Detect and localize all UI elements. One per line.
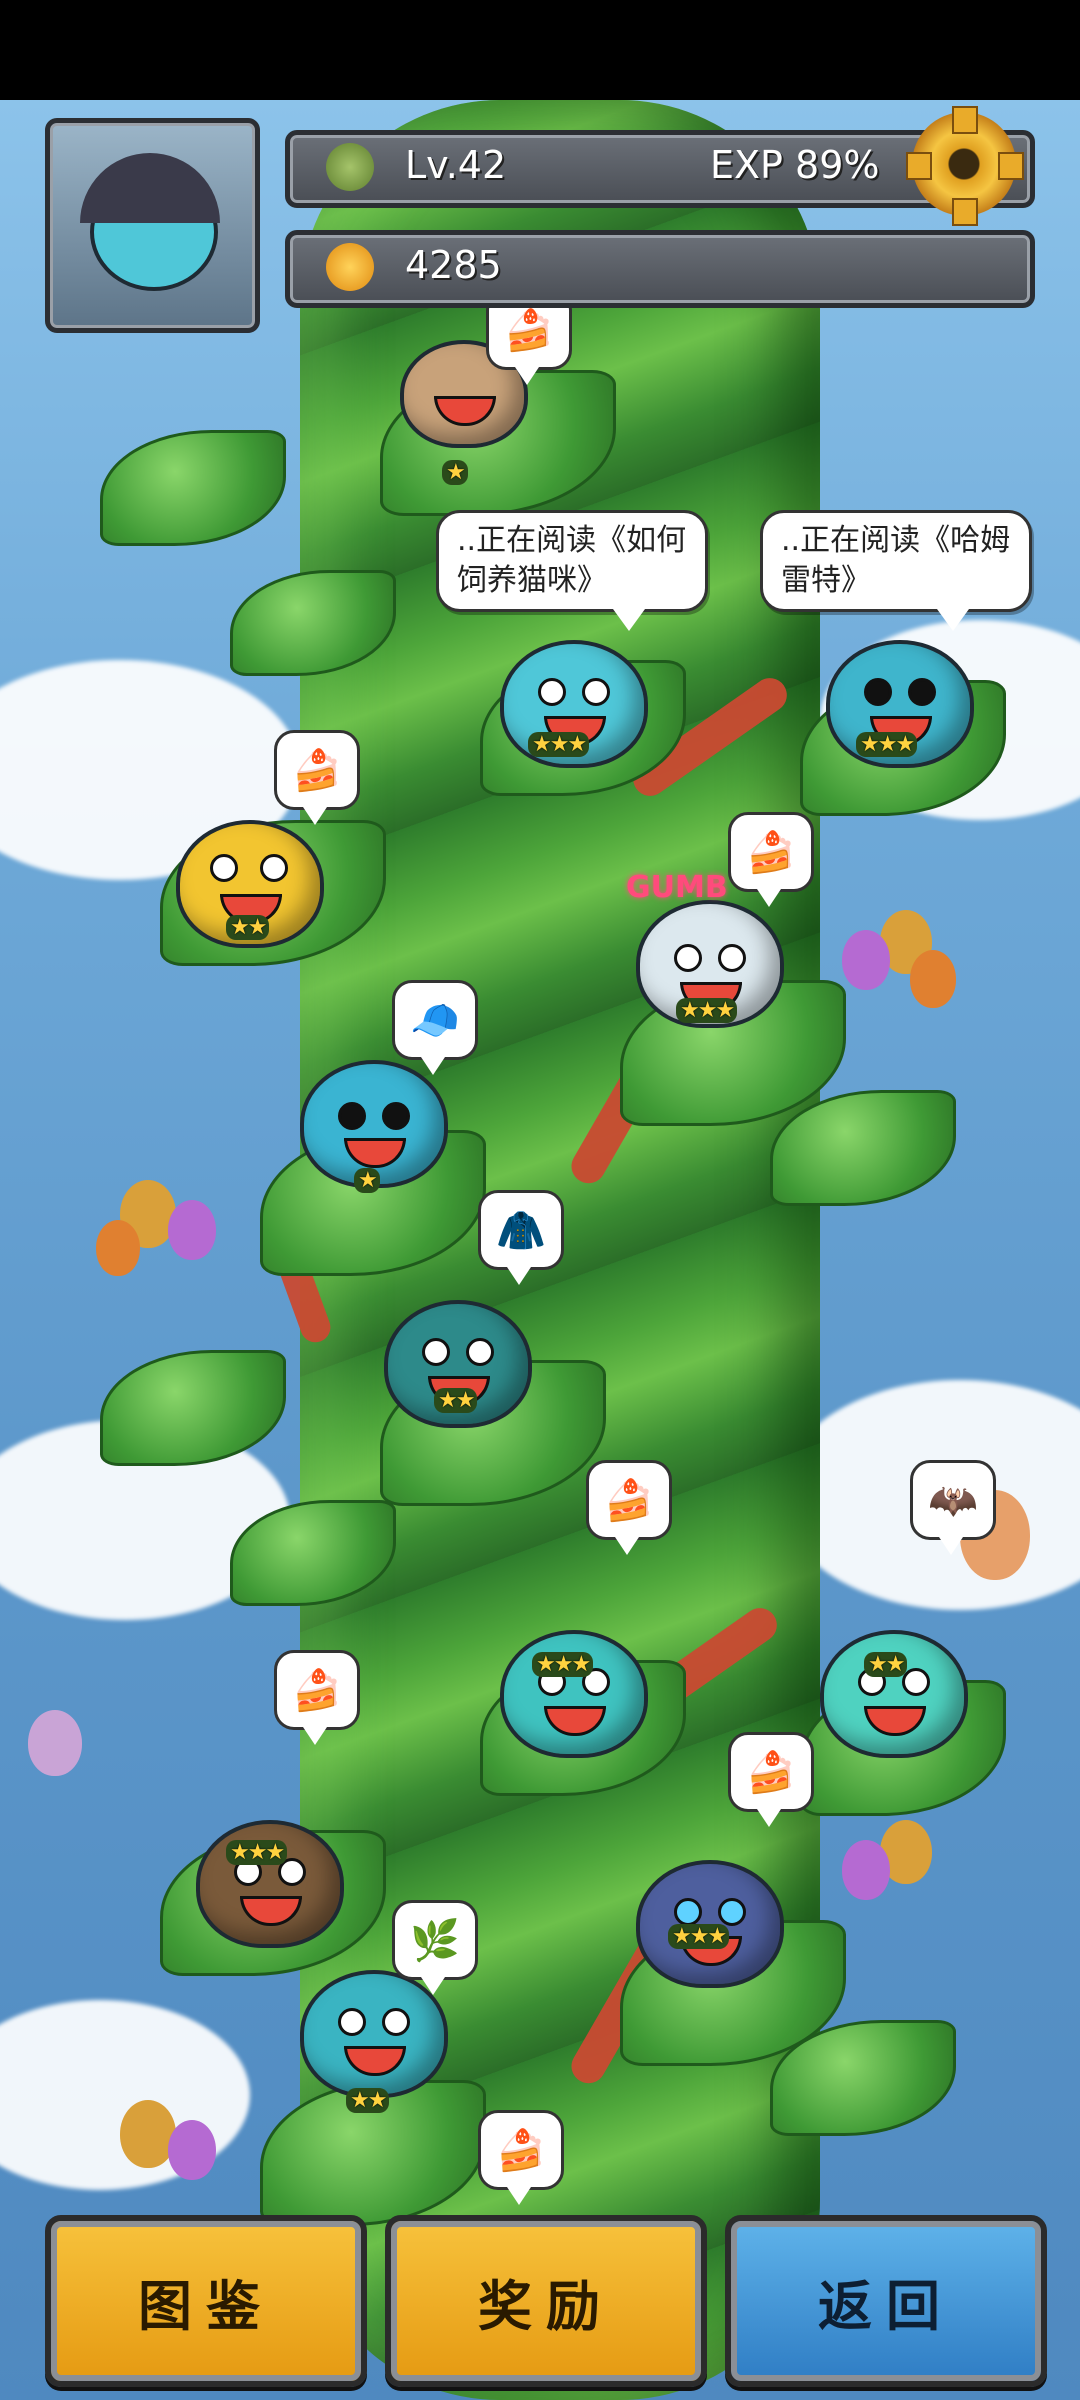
character-eye (338, 2008, 366, 2036)
gumball-sign: GUMB (626, 870, 728, 905)
atlas-button[interactable]: 图鉴 (45, 2215, 367, 2387)
star-rating: ★ (354, 1168, 380, 1193)
character-eye (538, 678, 566, 706)
character-eye (422, 1338, 450, 1366)
character-mouth (344, 1138, 406, 1168)
cake-icon[interactable]: 🍰 (274, 730, 360, 825)
character-eye (582, 678, 610, 706)
cake-icon[interactable]: 🍰 (478, 2110, 564, 2205)
star-rating: ★★ (434, 1388, 478, 1413)
gear-tooth (998, 152, 1024, 180)
cake-icon[interactable]: 🍰 (728, 812, 814, 907)
leaf (100, 430, 286, 546)
star-rating: ★★★ (676, 998, 738, 1023)
gear-tooth (952, 198, 978, 226)
character-eye (210, 854, 238, 882)
reading-bubble-right: ..正在阅读《哈姆雷特》 (760, 510, 1032, 631)
character-monster[interactable] (500, 1630, 648, 1758)
star-rating: ★★★ (668, 1924, 730, 1949)
character-mouth (344, 2046, 406, 2076)
gear-tooth (906, 152, 932, 180)
character-eye (718, 1898, 746, 1926)
tree-icon (326, 143, 374, 191)
balloon (842, 930, 890, 990)
cake-icon[interactable]: 🍰 (586, 1460, 672, 1555)
character-mouth (240, 1896, 302, 1926)
character-eye (674, 1898, 702, 1926)
cloak-icon[interactable]: 🧥 (478, 1190, 564, 1285)
cake-icon[interactable]: 🍰 (274, 1650, 360, 1745)
bat-icon[interactable]: 🦇 (910, 1460, 996, 1555)
back-button[interactable]: 返回 (725, 2215, 1047, 2387)
balloon (120, 2100, 176, 2168)
balloon (842, 1840, 890, 1900)
star-rating: ★★ (864, 1652, 908, 1677)
settings-gear-icon[interactable] (906, 106, 1024, 226)
balloon (910, 950, 956, 1008)
status-bar (0, 0, 1080, 100)
balloon (96, 1220, 140, 1276)
character-eye (908, 678, 936, 706)
character-eye (864, 678, 892, 706)
character-eye (260, 854, 288, 882)
currency-bar: 4285 (285, 230, 1035, 308)
reward-button[interactable]: 奖励 (385, 2215, 707, 2387)
star-rating: ★★★ (226, 1840, 288, 1865)
exp-percent: EXP 89% (710, 143, 880, 187)
star-rating: ★★★ (532, 1652, 594, 1677)
character-eye (674, 944, 702, 972)
reading-bubble-left: ..正在阅读《如何饲养猫咪》 (436, 510, 708, 631)
fruit-icon (326, 243, 374, 291)
character-mouth (544, 1706, 606, 1736)
player-level: Lv.42 (405, 143, 507, 187)
character-eye (902, 1668, 930, 1696)
character-eye (338, 1102, 366, 1130)
star-rating: ★★★ (856, 732, 918, 757)
avatar-hood (80, 153, 220, 223)
star-rating: ★★ (226, 915, 270, 940)
character-monster[interactable] (820, 1630, 968, 1758)
claw-icon[interactable]: 🌿 (392, 1900, 478, 1995)
character-mouth (864, 1706, 926, 1736)
gear-tooth (952, 106, 978, 134)
currency-amount: 4285 (405, 243, 502, 287)
cake-icon[interactable]: 🍰 (728, 1732, 814, 1827)
balloon (28, 1710, 82, 1776)
character-eye (466, 1338, 494, 1366)
player-avatar[interactable] (45, 118, 260, 333)
beanstalk-scene: ★ ★★★ ★★★ ★★ GUMB ★★★ ★ ★★ ★★★ ★★ ★★★ ★★… (0, 100, 1080, 2400)
leaf (100, 1350, 286, 1466)
character-mouth (434, 396, 496, 426)
character-eye (382, 2008, 410, 2036)
balloon (168, 1200, 216, 1260)
star-rating: ★★★ (528, 732, 590, 757)
character-eye (382, 1102, 410, 1130)
helmet-icon[interactable]: 🧢 (392, 980, 478, 1075)
balloon (168, 2120, 216, 2180)
star-rating: ★ (442, 460, 468, 485)
star-rating: ★★ (346, 2088, 390, 2113)
character-eye (718, 944, 746, 972)
